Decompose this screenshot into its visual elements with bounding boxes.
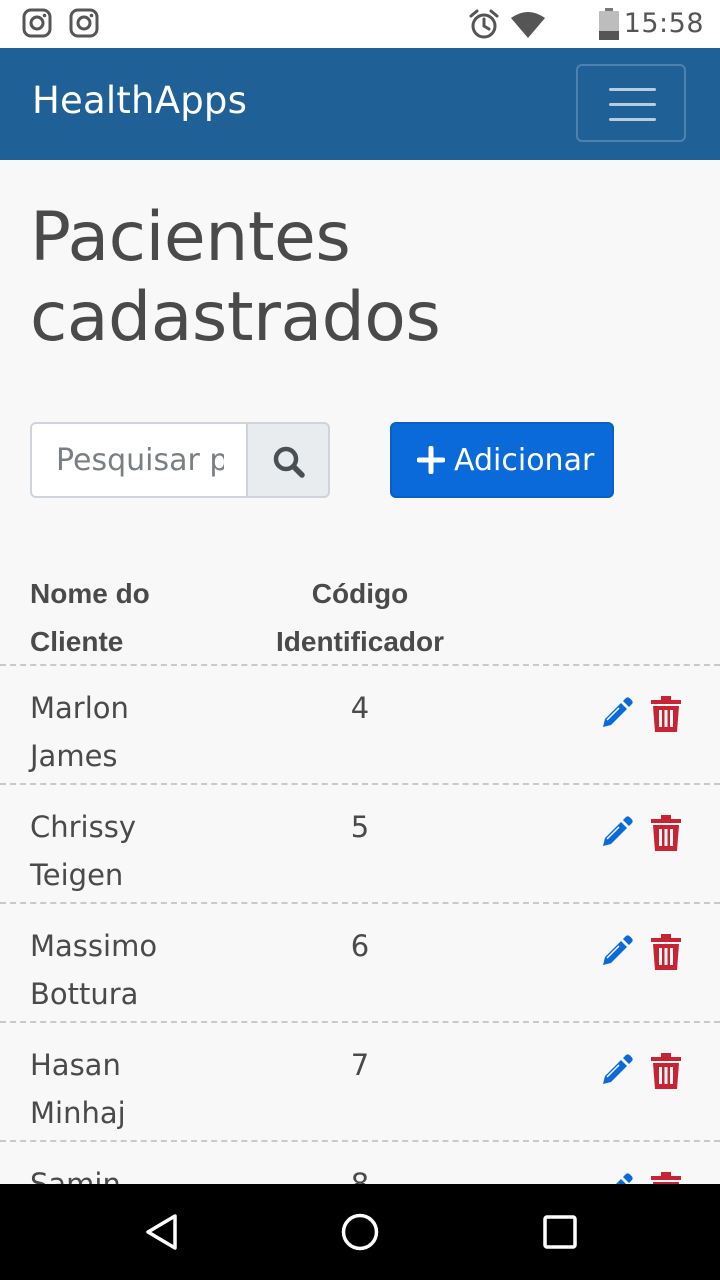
status-time: 15:58: [623, 8, 704, 39]
wifi-icon: [511, 12, 545, 38]
app-brand[interactable]: HealthApps: [32, 79, 247, 122]
search-button[interactable]: [246, 422, 330, 498]
column-header-name: Nome do Cliente: [30, 578, 150, 657]
alarm-icon: [469, 9, 499, 39]
table-header: Nome do Cliente Código Identificador: [0, 566, 720, 666]
table-row: Massimo Bottura 6: [0, 904, 720, 1023]
patient-code: 4: [350, 691, 370, 725]
patient-name: Chrissy Teigen: [30, 810, 136, 892]
add-patient-button[interactable]: Adicionar: [390, 422, 614, 498]
patient-name: Hasan Minhaj: [30, 1048, 126, 1130]
search-input[interactable]: [30, 422, 248, 498]
patients-table: Nome do Cliente Código Identificador Mar…: [0, 566, 720, 1261]
status-bar: 15:58: [0, 0, 720, 48]
patient-name: Massimo Bottura: [30, 929, 158, 1011]
trash-icon[interactable]: [651, 934, 681, 970]
pencil-icon[interactable]: [598, 1053, 634, 1089]
patient-code: 7: [350, 1048, 370, 1082]
table-row: Marlon James 4: [0, 666, 720, 785]
back-icon[interactable]: [142, 1212, 180, 1252]
patient-name: Marlon James: [30, 691, 129, 773]
search-icon: [273, 446, 305, 478]
table-row: Chrissy Teigen 5: [0, 785, 720, 904]
pencil-icon[interactable]: [598, 696, 634, 732]
table-row: Hasan Minhaj 7: [0, 1023, 720, 1142]
instagram-icon: [69, 8, 99, 38]
column-header-code: Código Identificador: [275, 578, 444, 657]
top-navbar: HealthApps: [0, 48, 720, 160]
menu-toggle-button[interactable]: [576, 64, 686, 142]
pencil-icon[interactable]: [598, 815, 634, 851]
patient-code: 5: [350, 810, 370, 844]
battery-icon: [599, 8, 619, 40]
pencil-icon[interactable]: [598, 934, 634, 970]
recents-icon[interactable]: [542, 1214, 578, 1250]
trash-icon[interactable]: [651, 815, 681, 851]
search-group: [30, 422, 330, 498]
page-title: Pacientes cadastrados: [30, 198, 441, 357]
system-navigation-bar: [0, 1184, 720, 1280]
home-icon[interactable]: [340, 1212, 380, 1252]
instagram-icon: [22, 8, 52, 38]
plus-icon: [417, 446, 445, 474]
trash-icon[interactable]: [651, 696, 681, 732]
add-button-label: Adicionar: [454, 443, 595, 478]
patient-code: 6: [350, 929, 370, 963]
trash-icon[interactable]: [651, 1053, 681, 1089]
